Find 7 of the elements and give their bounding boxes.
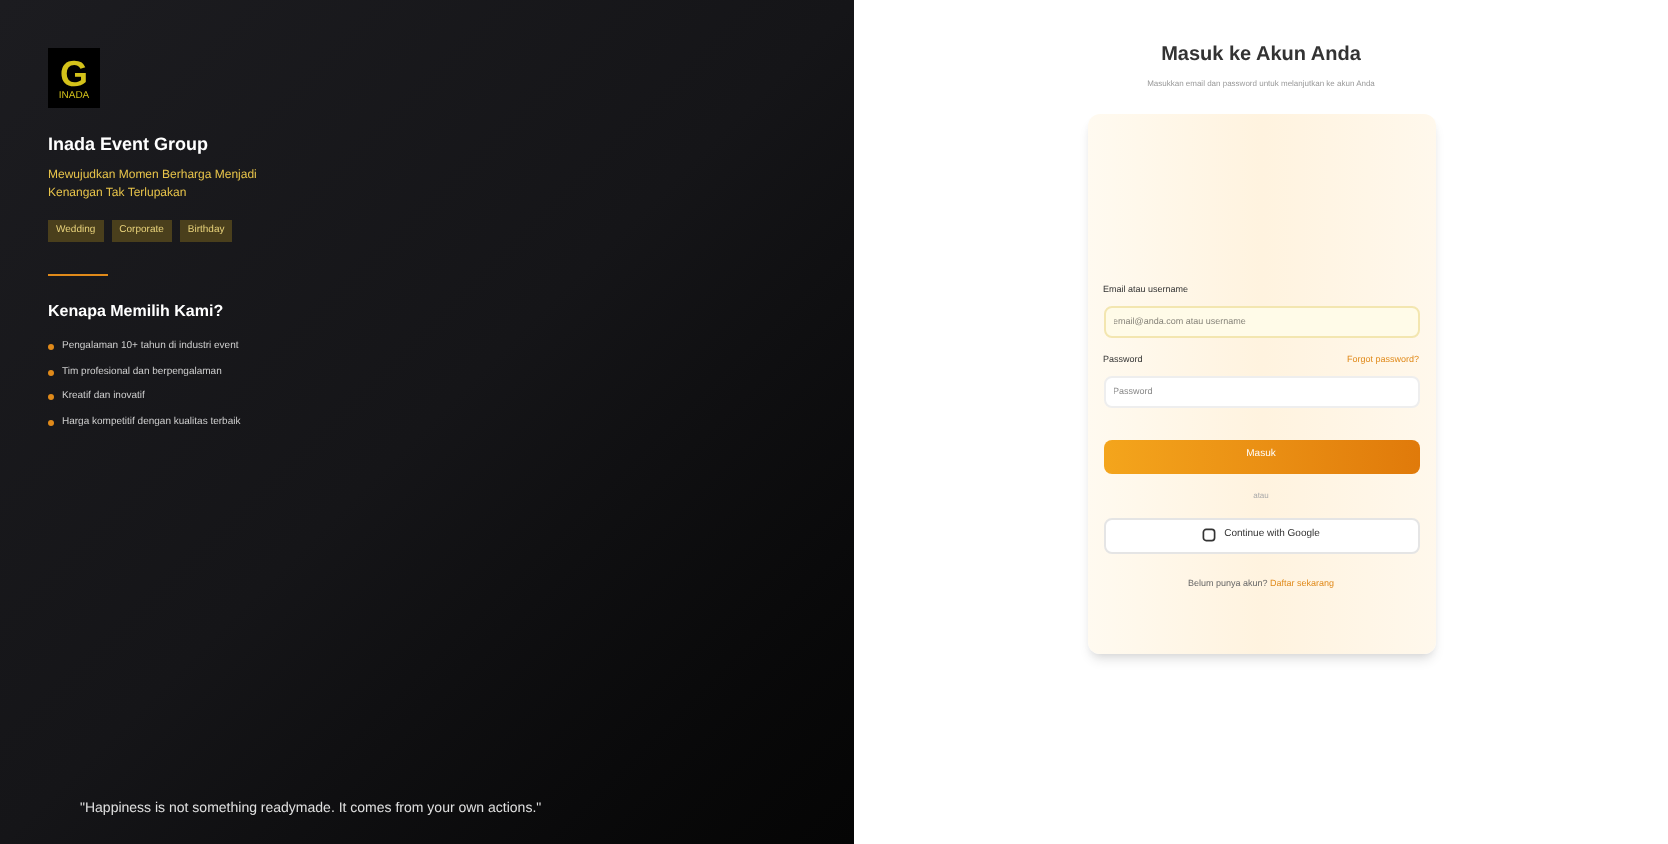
brand-name: Inada Event Group — [48, 132, 211, 158]
bullet-icon — [48, 344, 54, 351]
bullet-icon — [48, 369, 54, 376]
login-title: Masuk ke Akun Anda — [1161, 42, 1361, 70]
bullet-icon — [48, 394, 54, 401]
section-title: Kenapa Memilih Kami? — [48, 300, 226, 324]
bullet-icon — [48, 419, 54, 426]
